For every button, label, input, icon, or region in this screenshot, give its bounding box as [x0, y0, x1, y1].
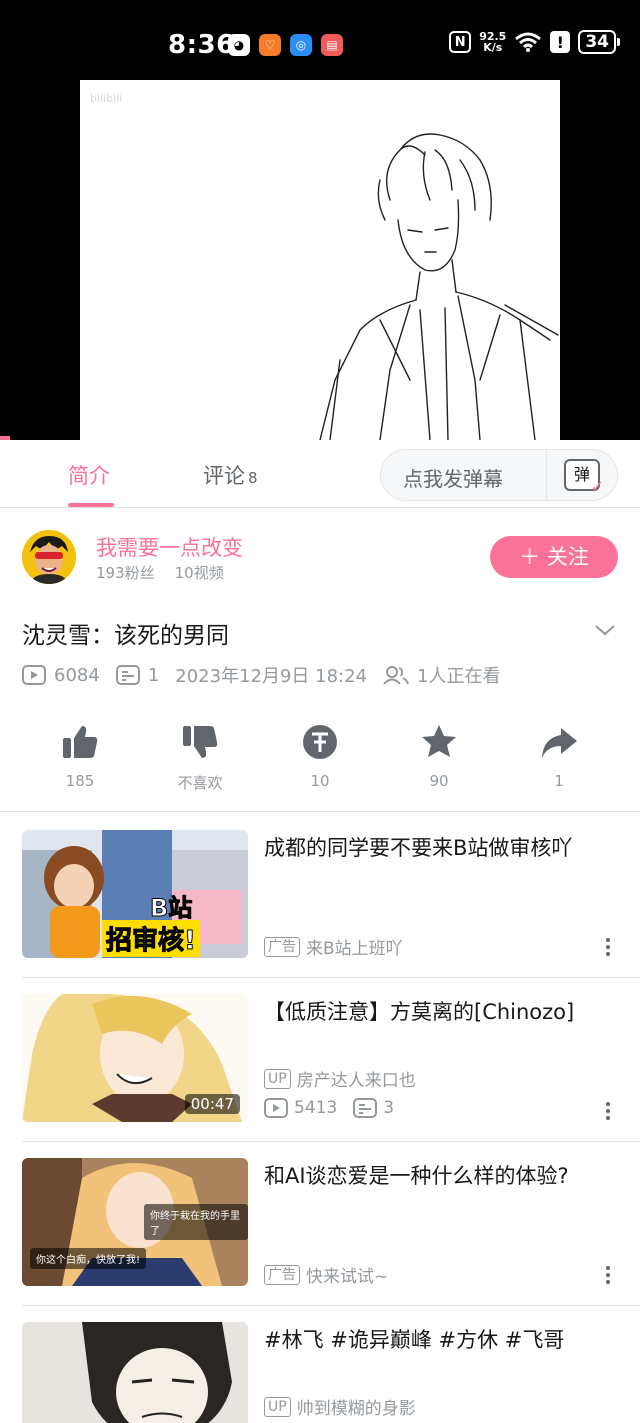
- publish-date: 2023年12月9日 18:24: [175, 666, 368, 687]
- favorite-button[interactable]: 90: [389, 722, 489, 790]
- view-count: 6084: [54, 664, 100, 686]
- video-duration: 00:47: [184, 1094, 240, 1114]
- alert-icon: !: [550, 31, 571, 53]
- comment-count: 8: [248, 469, 258, 487]
- tab-intro[interactable]: 简介: [68, 460, 110, 490]
- recommendation-item[interactable]: #林飞 #诡异巅峰 #方休 #飞哥 UP 帅到模糊的身影: [0, 1306, 640, 1423]
- video-count: 10视频: [174, 564, 224, 582]
- network-speed: 92.5 K/s: [479, 30, 507, 54]
- more-options-icon[interactable]: [606, 1266, 610, 1287]
- coin-count: 10: [310, 772, 330, 790]
- notification-icons: ◕ ♡ ◎ ▤: [228, 34, 343, 56]
- recommendation-danmaku: 3: [383, 1098, 395, 1118]
- share-button[interactable]: 1: [509, 722, 609, 790]
- thumb-up-icon: [63, 726, 98, 758]
- qq-app-icon: ◕: [228, 34, 250, 56]
- video-title: 沈灵雪：该死的男同: [22, 623, 229, 649]
- browser-app-icon: ◎: [290, 34, 312, 56]
- thumbnail-image: [22, 1322, 248, 1423]
- share-count: 1: [554, 772, 564, 790]
- action-row: 185 不喜欢 10 90 1: [0, 716, 640, 812]
- more-options-icon[interactable]: [606, 938, 610, 959]
- up-badge: UP: [264, 1396, 291, 1417]
- status-time: 8:36: [168, 30, 235, 60]
- danmaku-toggle-button[interactable]: 弹 ✓: [564, 459, 604, 495]
- dislike-button[interactable]: 不喜欢: [150, 722, 250, 793]
- avatar[interactable]: [22, 530, 76, 584]
- watching-count: 1人正在看: [417, 666, 501, 687]
- like-button[interactable]: 185: [30, 722, 130, 790]
- like-count: 185: [65, 772, 95, 790]
- recommendation-author: 快来试试~: [306, 1267, 389, 1287]
- recommendation-meta: UP 房产达人来口也: [264, 1066, 416, 1091]
- share-icon: [542, 728, 577, 758]
- danmaku-count-icon: [353, 1098, 378, 1118]
- status-bar: 8:36 ◕ ♡ ◎ ▤ N 92.5 K/s ! 34: [0, 0, 640, 80]
- play-count-icon: [264, 1098, 288, 1118]
- sketch-illustration: [319, 133, 559, 440]
- wifi-icon: [515, 32, 542, 52]
- check-icon: ✓: [590, 477, 604, 496]
- coin-icon: [303, 725, 337, 759]
- thumbnail-caption: 招审核!: [102, 920, 200, 957]
- uploader-name[interactable]: 我需要一点改变: [96, 532, 243, 562]
- shop-app-icon: ♡: [259, 34, 281, 56]
- tab-active-underline: [68, 503, 114, 507]
- coin-button[interactable]: 10: [270, 722, 370, 790]
- thumb-down-icon: [183, 726, 218, 758]
- danmaku-count: 1: [147, 664, 160, 686]
- more-options-icon[interactable]: [606, 1102, 610, 1123]
- ad-badge: 广告: [264, 1264, 300, 1285]
- chevron-down-icon[interactable]: [594, 622, 616, 638]
- tab-comments-label: 评论: [203, 464, 245, 488]
- danmaku-count-icon: [115, 665, 140, 685]
- thumbnail-caption: B站: [149, 894, 193, 923]
- battery-indicator: 34: [578, 30, 620, 54]
- video-player[interactable]: bilibili: [80, 80, 560, 440]
- video-stats: 6084 1 2023年12月9日 18:24 1人正在看: [22, 662, 500, 688]
- recommendation-item[interactable]: 00:47 【低质注意】方莫离的[Chinozo] UP 房产达人来口也 541…: [0, 978, 640, 1142]
- danmaku-divider: [546, 450, 547, 500]
- recommendation-meta: 广告 来B站上班吖: [264, 934, 403, 959]
- thumbnail-caption: 你终于栽在我的手里了: [144, 1204, 248, 1240]
- ad-badge: 广告: [264, 936, 300, 957]
- recommendation-stats: 5413 3: [264, 1098, 394, 1118]
- danmaku-placeholder: 点我发弹幕: [403, 467, 503, 491]
- dislike-label: 不喜欢: [177, 774, 223, 792]
- recommendation-thumbnail: B站 招审核!: [22, 830, 248, 958]
- recommendation-title: 【低质注意】方莫离的[Chinozo]: [264, 1000, 575, 1024]
- recommendation-item[interactable]: 你终于栽在我的手里了 你这个白痴，快放了我! 和AI谈恋爱是一种什么样的体验? …: [0, 1142, 640, 1306]
- nfc-icon: N: [449, 31, 472, 53]
- star-icon: [422, 725, 456, 757]
- favorite-count: 90: [429, 772, 449, 790]
- recommendation-thumbnail: 你终于栽在我的手里了 你这个白痴，快放了我!: [22, 1158, 248, 1286]
- thumbnail-caption: 你这个白痴，快放了我!: [30, 1248, 147, 1269]
- recommendation-title: #林飞 #诡异巅峰 #方休 #飞哥: [264, 1328, 565, 1352]
- uploader-stats: 193粉丝 10视频: [96, 562, 244, 583]
- uploader-row: 我需要一点改变 193粉丝 10视频 ＋ 关注: [0, 508, 640, 608]
- avatar-image: [22, 530, 76, 584]
- recommendation-author: 房产达人来口也: [296, 1071, 416, 1091]
- recommendation-meta: 广告 快来试试~: [264, 1262, 388, 1287]
- recommendation-item[interactable]: B站 招审核! 成都的同学要不要来B站做审核吖 广告 来B站上班吖: [0, 814, 640, 978]
- recommendation-thumbnail: [22, 1322, 248, 1423]
- recommendation-title: 和AI谈恋爱是一种什么样的体验?: [264, 1164, 569, 1188]
- fans-count: 193粉丝: [96, 564, 155, 582]
- danmaku-button-label: 弹: [573, 465, 590, 484]
- watching-icon: [383, 666, 410, 685]
- recommendation-author: 来B站上班吖: [306, 939, 403, 959]
- recommendation-title: 成都的同学要不要来B站做审核吖: [264, 836, 573, 860]
- recommendation-meta: UP 帅到模糊的身影: [264, 1394, 416, 1419]
- recommendation-author: 帅到模糊的身影: [296, 1399, 416, 1419]
- reader-app-icon: ▤: [321, 34, 343, 56]
- recommendation-thumbnail: 00:47: [22, 994, 248, 1122]
- recommendation-views: 5413: [294, 1098, 338, 1118]
- play-count-icon: [22, 665, 46, 685]
- follow-button[interactable]: ＋ 关注: [490, 536, 618, 578]
- tab-bar: 简介 评论 8 点我发弹幕 弹 ✓: [0, 440, 640, 508]
- tab-comments[interactable]: 评论 8: [203, 460, 258, 490]
- danmaku-input[interactable]: 点我发弹幕 弹 ✓: [380, 449, 618, 501]
- up-badge: UP: [264, 1068, 291, 1089]
